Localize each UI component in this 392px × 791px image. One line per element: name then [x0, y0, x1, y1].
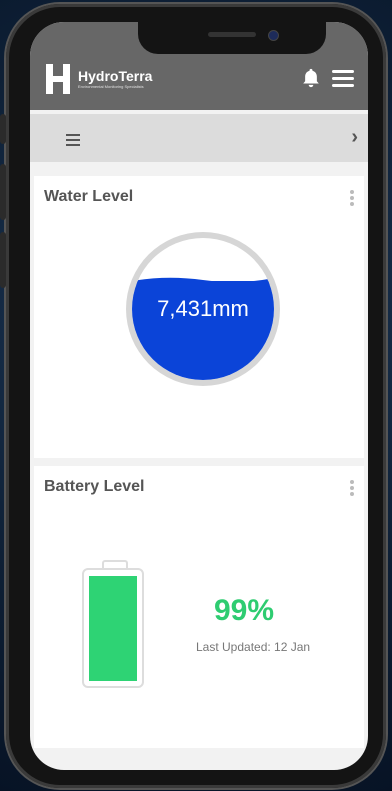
water-level-card: Water Level 7,431mm	[34, 176, 364, 458]
card-title: Water Level	[44, 188, 134, 205]
notch	[138, 22, 326, 54]
camera	[268, 30, 279, 41]
brand-name: HydroTerra	[78, 68, 153, 84]
battery-level-card: Battery Level 99% Last Updated: 12 Jan	[34, 466, 364, 748]
water-level-gauge: 7,431mm	[126, 232, 280, 386]
side-button	[0, 114, 6, 144]
water-level-value: 7,431mm	[157, 296, 249, 321]
battery-percent: 99%	[214, 594, 275, 627]
kebab-icon[interactable]	[350, 190, 354, 208]
menu-icon[interactable]	[332, 70, 354, 87]
side-button	[0, 232, 6, 288]
side-button	[0, 164, 6, 220]
sub-toolbar: ›	[30, 114, 368, 162]
last-updated-text: Last Updated: 12 Jan	[196, 640, 311, 654]
card-title: Battery Level	[44, 478, 145, 495]
hydroterra-logo-icon	[46, 64, 70, 94]
brand-tagline: Environmental Monitoring Specialists	[78, 84, 144, 89]
screen: HydroTerra Environmental Monitoring Spec…	[30, 22, 368, 770]
battery-icon	[82, 560, 144, 688]
battery-fill	[89, 576, 137, 681]
logo[interactable]: HydroTerra Environmental Monitoring Spec…	[46, 64, 152, 94]
list-icon[interactable]	[66, 134, 80, 146]
speaker	[208, 32, 256, 37]
kebab-icon[interactable]	[350, 480, 354, 498]
bell-icon[interactable]	[300, 67, 322, 89]
chevron-right-icon[interactable]: ›	[351, 126, 358, 149]
